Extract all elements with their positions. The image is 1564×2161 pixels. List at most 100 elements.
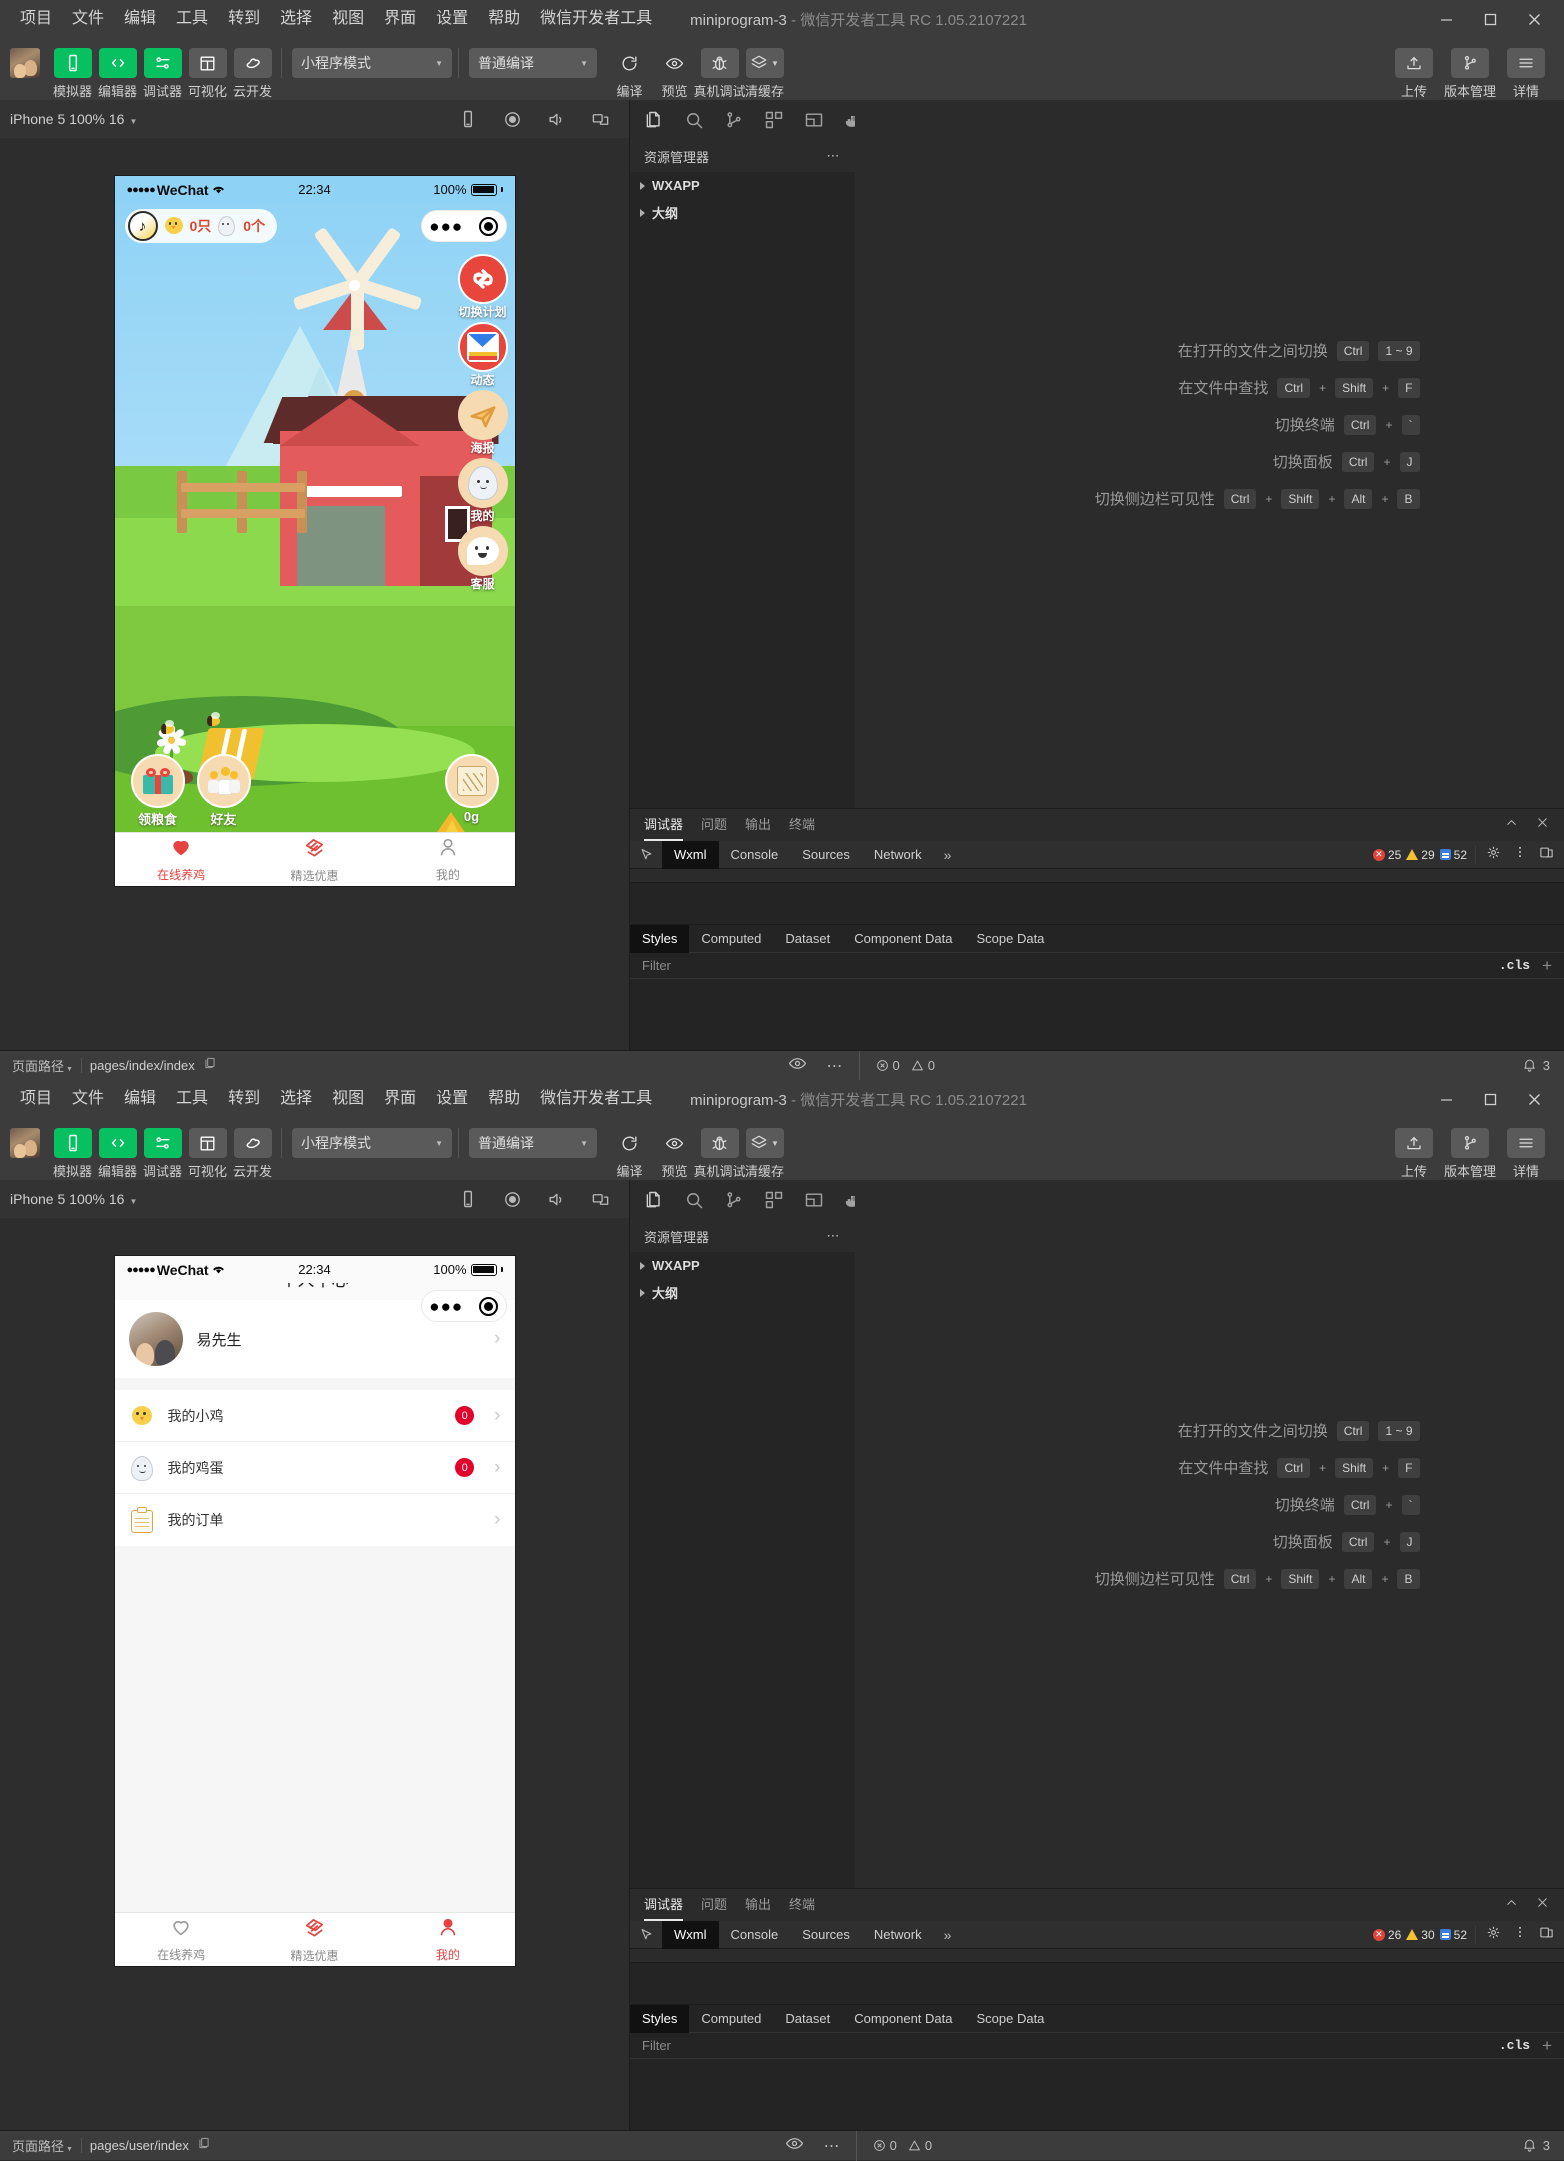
volume-icon[interactable] xyxy=(545,108,567,130)
toolbar-toggle[interactable]: 模拟器 xyxy=(50,43,95,100)
devtools-subtab[interactable]: Component Data xyxy=(842,925,964,953)
extensions-icon[interactable] xyxy=(764,109,784,131)
toolbar-action[interactable]: 预览 xyxy=(652,43,697,100)
close-panel-icon[interactable] xyxy=(1535,815,1550,835)
more-options-icon[interactable]: ⋯ xyxy=(827,148,842,164)
mode-select[interactable]: 小程序模式 ▼ xyxy=(292,1128,452,1158)
toolbar-action[interactable]: 真机调试 xyxy=(694,1123,746,1180)
menubar-item[interactable]: 帮助 xyxy=(478,0,530,38)
menubar-item[interactable]: 视图 xyxy=(322,1080,374,1118)
menubar-item[interactable]: 文件 xyxy=(62,0,114,38)
device-select[interactable]: iPhone 5 100% 16 ▼ xyxy=(10,1191,137,1207)
debug-console-icon[interactable] xyxy=(804,109,824,131)
toolbar-right-action[interactable]: 详情 xyxy=(1498,1123,1554,1180)
files-icon[interactable] xyxy=(644,109,664,131)
user-menu-row[interactable]: 我的订单 › xyxy=(115,1494,515,1546)
source-control-icon[interactable] xyxy=(724,109,744,131)
dots-v-icon[interactable] xyxy=(1513,845,1527,864)
more-tabs-icon[interactable]: » xyxy=(934,1927,962,1943)
toolbar-toggle[interactable]: 云开发 xyxy=(230,1123,275,1180)
game-bottom-button[interactable]: 好友 xyxy=(193,754,255,828)
menubar-item[interactable]: 界面 xyxy=(374,1080,426,1118)
devtools-subtab[interactable]: Dataset xyxy=(773,2005,842,2033)
close-panel-icon[interactable] xyxy=(1535,1895,1550,1915)
element-picker-icon[interactable] xyxy=(630,1921,662,1949)
more-options-icon[interactable]: ⋯ xyxy=(827,1228,842,1244)
toolbar-action[interactable]: ▼ 清缓存 xyxy=(742,1123,787,1180)
add-rule-icon[interactable]: + xyxy=(1542,956,1552,976)
eye-icon[interactable] xyxy=(788,1054,807,1078)
game-bottom-button[interactable]: 领粮食 xyxy=(127,754,189,828)
toolbar-right-action[interactable]: 上传 xyxy=(1386,43,1442,100)
cls-button[interactable]: .cls xyxy=(1499,2038,1530,2053)
toolbar-toggle[interactable]: 编辑器 xyxy=(95,1123,140,1180)
toolbar-toggle[interactable]: 云开发 xyxy=(230,43,275,100)
devtools-tab[interactable]: Network xyxy=(862,1921,934,1949)
game-side-button[interactable]: 动态 xyxy=(457,322,508,388)
menubar-item[interactable]: 选择 xyxy=(270,1080,322,1118)
menubar-item[interactable]: 帮助 xyxy=(478,1080,530,1118)
devtools-tab[interactable]: Sources xyxy=(790,1921,862,1949)
panel-tab[interactable]: 终端 xyxy=(789,1889,815,1921)
eye-icon[interactable] xyxy=(785,2134,804,2158)
statusbar-problems[interactable]: 0 0 xyxy=(857,2138,948,2153)
toolbar-action[interactable]: 编译 xyxy=(607,1123,652,1180)
menubar-item[interactable]: 设置 xyxy=(426,1080,478,1118)
devtools-tab[interactable]: Wxml xyxy=(662,1920,719,1949)
element-picker-icon[interactable] xyxy=(630,841,662,869)
volume-icon[interactable] xyxy=(545,1188,567,1210)
more-options-icon[interactable]: ⋯ xyxy=(824,2136,842,2156)
compile-select[interactable]: 普通编译 ▼ xyxy=(469,48,597,78)
minimize-icon[interactable] xyxy=(1424,1080,1468,1118)
game-side-button[interactable]: 海报 xyxy=(457,390,508,456)
search-icon[interactable] xyxy=(684,1189,704,1211)
devtools-tab[interactable]: Sources xyxy=(790,841,862,869)
devtools-tab[interactable]: Network xyxy=(862,841,934,869)
devtools-subtab[interactable]: Component Data xyxy=(842,2005,964,2033)
devtools-subtab[interactable]: Dataset xyxy=(773,925,842,953)
devtools-tab[interactable]: Console xyxy=(719,1921,791,1949)
panel-tab[interactable]: 输出 xyxy=(745,809,771,841)
tabbar-item[interactable]: 我的 xyxy=(381,1916,514,1963)
menubar-item[interactable]: 工具 xyxy=(166,0,218,38)
toolbar-toggle[interactable]: 可视化 xyxy=(185,1123,230,1180)
phone-icon[interactable] xyxy=(457,1188,479,1210)
user-menu-row[interactable]: 我的小鸡 0 › xyxy=(114,1390,515,1442)
more-tabs-icon[interactable]: » xyxy=(934,847,962,863)
extensions-icon[interactable] xyxy=(764,1189,784,1211)
menubar-item[interactable]: 编辑 xyxy=(114,0,166,38)
page-path-label[interactable]: 页面路径 ▼ xyxy=(12,1056,73,1075)
toolbar-action[interactable]: 预览 xyxy=(652,1123,697,1180)
cls-button[interactable]: .cls xyxy=(1499,958,1530,973)
devtools-subtab[interactable]: Scope Data xyxy=(964,925,1056,953)
maximize-icon[interactable] xyxy=(1468,0,1512,38)
tabbar-item[interactable]: 在线养鸡 xyxy=(115,836,248,883)
panel-tab[interactable]: 终端 xyxy=(789,809,815,841)
toolbar-right-action[interactable]: 版本管理 xyxy=(1442,43,1498,100)
window-icon[interactable] xyxy=(589,1188,611,1210)
close-icon[interactable] xyxy=(1512,0,1556,38)
gear-icon[interactable] xyxy=(1486,845,1501,865)
explorer-tree-item[interactable]: WXAPP xyxy=(630,172,855,199)
phone-icon[interactable] xyxy=(457,108,479,130)
dock-icon[interactable] xyxy=(1539,845,1554,865)
music-note-icon[interactable]: ♪ xyxy=(127,211,158,241)
bell-icon[interactable] xyxy=(1522,2137,1537,2155)
game-side-button[interactable]: 客服 xyxy=(457,526,508,592)
user-avatar[interactable] xyxy=(10,48,40,78)
source-control-icon[interactable] xyxy=(724,1189,744,1211)
toolbar-right-action[interactable]: 版本管理 xyxy=(1442,1123,1498,1180)
filter-input[interactable]: Filter xyxy=(642,2038,671,2053)
devtools-subtab[interactable]: Computed xyxy=(689,2005,773,2033)
menubar-item[interactable]: 微信开发者工具 xyxy=(530,0,662,38)
window-icon[interactable] xyxy=(589,108,611,130)
game-bottom-button[interactable]: 0g xyxy=(441,754,503,824)
copy-icon[interactable] xyxy=(203,1056,217,1075)
search-icon[interactable] xyxy=(684,109,704,131)
explorer-tree-item[interactable]: 大纲 xyxy=(630,1279,855,1306)
devtools-subtab[interactable]: Styles xyxy=(630,2004,690,2033)
compile-select[interactable]: 普通编译 ▼ xyxy=(469,1128,597,1158)
tabbar-item[interactable]: 在线养鸡 xyxy=(115,1916,248,1963)
devtools-subtab[interactable]: Scope Data xyxy=(964,2005,1056,2033)
copy-icon[interactable] xyxy=(197,2136,211,2155)
